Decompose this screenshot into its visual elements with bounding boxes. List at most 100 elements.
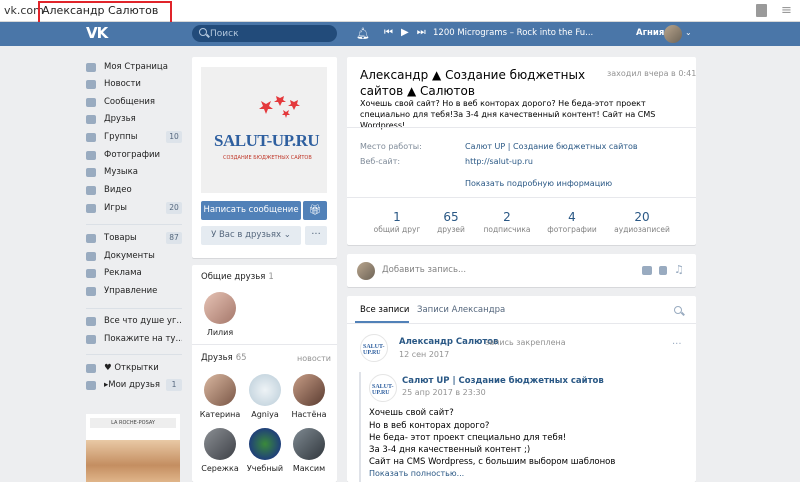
nav-item-label: Все что душе уг... <box>104 316 182 326</box>
post-date[interactable]: 12 сен 2017 <box>399 350 449 359</box>
friend-avatar[interactable] <box>293 428 325 460</box>
mutual-friends-count: 1 <box>268 272 274 282</box>
nav-item[interactable]: Группы 10 <box>86 129 182 145</box>
friend-avatar[interactable] <box>204 292 236 324</box>
nav-item-label: Группы <box>104 132 138 142</box>
logo-stars-icon <box>259 96 300 118</box>
show-details-link[interactable]: Показать подробную информацию <box>465 179 612 188</box>
repost-date[interactable]: 25 апр 2017 в 23:30 <box>402 388 486 397</box>
post-options-icon[interactable]: ··· <box>672 339 682 350</box>
friend-name[interactable]: Лилия <box>198 328 242 337</box>
nav-item[interactable]: Фотографии <box>86 147 182 163</box>
friends-news-link[interactable]: новости <box>297 354 331 363</box>
nav-item[interactable]: Моя Страница <box>86 59 182 75</box>
post-author[interactable]: Александр Салютов <box>399 337 499 347</box>
nav-item[interactable]: ▸Мои друзья 1 <box>86 377 182 393</box>
games-icon <box>86 203 96 213</box>
bell-icon[interactable]: 🔔︎ <box>356 27 370 40</box>
friend-avatar[interactable] <box>249 374 281 406</box>
nav-item[interactable]: Сообщения <box>86 94 182 110</box>
friend-name[interactable]: Учебный <box>243 464 287 473</box>
chevron-down-icon[interactable]: ⌄ <box>685 28 692 37</box>
nav-divider <box>86 224 182 225</box>
friend-avatar[interactable] <box>293 374 325 406</box>
ad-banner[interactable]: LA ROCHE-POSAY <box>86 414 180 482</box>
repost-author[interactable]: Салют UP | Создание бюджетных сайтов <box>402 376 604 386</box>
grid-icon <box>86 380 96 390</box>
current-track[interactable]: 1200 Micrograms – Rock into the Fu... <box>433 28 593 38</box>
mutual-friends-header[interactable]: Общие друзья 1 <box>201 272 274 282</box>
header-avatar[interactable] <box>664 25 682 43</box>
friend-icon <box>86 114 96 124</box>
app-icon <box>86 334 96 344</box>
audio-player-controls: ⏮ ▶ ⏭ <box>384 27 434 38</box>
show-full-link[interactable]: Показать полностью... <box>369 469 464 478</box>
repost-indicator <box>359 372 361 482</box>
nav-item[interactable]: ♥ Открытки <box>86 360 182 376</box>
friends-header[interactable]: Друзья 65 <box>201 353 247 363</box>
bookmark-icon[interactable] <box>756 4 767 17</box>
friend-name[interactable]: Максим <box>287 464 331 473</box>
stat-followers[interactable]: 2 подписчика <box>474 210 540 234</box>
friends-status-button[interactable]: У Вас в друзьях ⌄ <box>201 226 301 245</box>
header-user-name[interactable]: Агния <box>636 28 664 38</box>
friends-title: Друзья <box>201 353 233 363</box>
nav-item-label: Видео <box>104 185 132 195</box>
nav-item[interactable]: Видео <box>86 182 182 198</box>
profile-photo[interactable] <box>201 67 327 193</box>
nav-item-label: Управление <box>104 286 158 296</box>
stat-number: 2 <box>503 210 511 224</box>
nav-item[interactable]: Товары 87 <box>86 230 182 246</box>
write-message-button[interactable]: Написать сообщение <box>201 201 301 220</box>
nav-item-count: 10 <box>166 131 182 143</box>
previous-icon[interactable]: ⏮ <box>384 27 393 38</box>
stat-photos[interactable]: 4 фотографии <box>539 210 605 234</box>
friend-name[interactable]: Катерина <box>198 410 242 419</box>
friend-name[interactable]: Сережка <box>198 464 242 473</box>
friend-name[interactable]: Agniya <box>243 410 287 419</box>
video-icon <box>86 185 96 195</box>
camera-icon <box>86 150 96 160</box>
nav-item-label: Сообщения <box>104 97 156 107</box>
video-icon[interactable] <box>659 266 667 275</box>
post-author-avatar[interactable]: SALUT-UP.RU <box>360 334 388 362</box>
nav-item-label: ▸Мои друзья <box>104 380 160 390</box>
nav-item[interactable]: Игры 20 <box>86 200 182 216</box>
tab-all-posts[interactable]: Все записи <box>360 305 409 315</box>
next-icon[interactable]: ⏭ <box>417 27 426 38</box>
camera-icon[interactable] <box>642 266 652 275</box>
nav-item[interactable]: Покажите на ту... <box>86 331 182 347</box>
play-icon[interactable]: ▶ <box>401 27 409 38</box>
nav-item[interactable]: Друзья <box>86 111 182 127</box>
nav-item[interactable]: Все что душе уг... <box>86 313 182 329</box>
website-link[interactable]: http://salut-up.ru <box>465 157 533 166</box>
nav-item[interactable]: Реклама <box>86 265 182 281</box>
nav-item-label: Музыка <box>104 167 138 177</box>
vk-logo[interactable]: VK <box>86 24 116 44</box>
nav-item[interactable]: Документы <box>86 248 182 264</box>
friend-avatar[interactable] <box>249 428 281 460</box>
music-icon[interactable]: ♫ <box>674 263 684 276</box>
nav-divider <box>86 308 182 309</box>
friend-avatar[interactable] <box>204 428 236 460</box>
ad-image <box>86 440 180 482</box>
nav-item[interactable]: Управление <box>86 283 182 299</box>
search-input[interactable] <box>210 27 330 40</box>
friend-avatar[interactable] <box>204 374 236 406</box>
work-link[interactable]: Салют UP | Создание бюджетных сайтов <box>465 142 638 151</box>
nav-item[interactable]: Новости <box>86 76 182 92</box>
repost-avatar[interactable]: SALUT-UP.RU <box>369 374 397 402</box>
friend-name[interactable]: Настёна <box>287 410 331 419</box>
tab-own-posts[interactable]: Записи Александра <box>417 305 505 315</box>
more-actions-button[interactable]: ··· <box>305 226 327 245</box>
nav-item-label: Реклама <box>104 268 142 278</box>
menu-icon[interactable]: ≡ <box>781 3 792 18</box>
home-icon <box>86 62 96 72</box>
search-icon[interactable] <box>674 306 682 314</box>
gift-icon[interactable]: 🎁︎ <box>303 201 327 220</box>
stat-audio[interactable]: 20 аудиозаписей <box>609 210 675 234</box>
url-page-title[interactable]: Александр Салютов <box>42 4 158 17</box>
nav-item[interactable]: Музыка <box>86 164 182 180</box>
composer-input[interactable]: Добавить запись... <box>382 265 466 275</box>
divider <box>347 323 696 324</box>
